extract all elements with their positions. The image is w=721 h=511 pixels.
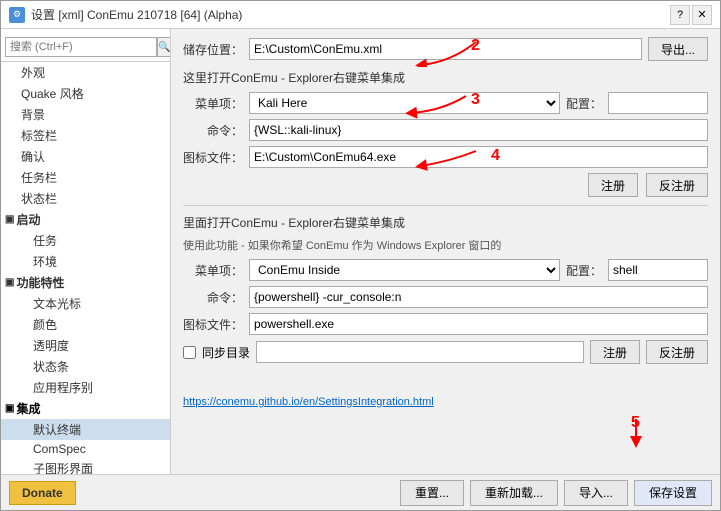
sidebar-group-features[interactable]: ▣ 功能特性 xyxy=(1,272,170,293)
command-row: 命令： xyxy=(183,119,708,141)
sidebar-item-appearance[interactable]: 外观 xyxy=(1,62,170,83)
icon-file-label: 图标文件： xyxy=(183,149,243,166)
config-input[interactable] xyxy=(608,92,708,114)
icon-file-input[interactable] xyxy=(249,146,708,168)
config2-label: 配置： xyxy=(566,262,602,279)
annotation-5: 5 xyxy=(631,414,640,432)
menu-item2-select[interactable]: ConEmu Inside xyxy=(249,259,560,281)
register2-button[interactable]: 注册 xyxy=(590,340,640,364)
sidebar-item-taskbar[interactable]: 任务栏 xyxy=(1,167,170,188)
title-buttons: ? ✕ xyxy=(670,5,712,25)
sidebar-item-transparency[interactable]: 透明度 xyxy=(1,335,170,356)
sidebar-item-tabbar[interactable]: 标签栏 xyxy=(1,125,170,146)
sidebar-item-subgui[interactable]: 子图形界面 xyxy=(1,458,170,474)
close-button[interactable]: ✕ xyxy=(692,5,712,25)
sidebar-item-textcursor[interactable]: 文本光标 xyxy=(1,293,170,314)
menu-item-label: 菜单项： xyxy=(183,95,243,112)
section1: 这里打开ConEmu - Explorer右键菜单集成 菜单项： Kali He… xyxy=(183,69,708,197)
save-button[interactable]: 保存设置 xyxy=(634,480,712,506)
sidebar-group-startup[interactable]: ▣ 启动 xyxy=(1,209,170,230)
unregister2-button[interactable]: 反注册 xyxy=(646,340,708,364)
main-window: ⚙ 设置 [xml] ConEmu 210718 [64] (Alpha) ? … xyxy=(0,0,721,511)
sidebar-item-comspec[interactable]: ComSpec xyxy=(1,440,170,458)
section2-title: 里面打开ConEmu - Explorer右键菜单集成 xyxy=(183,214,708,231)
storage-row: 储存位置： 导出... xyxy=(183,37,708,61)
search-input[interactable] xyxy=(5,37,157,57)
settings-link[interactable]: https://conemu.github.io/en/SettingsInte… xyxy=(183,396,434,408)
sidebar-item-confirm[interactable]: 确认 xyxy=(1,146,170,167)
section1-title: 这里打开ConEmu - Explorer右键菜单集成 xyxy=(183,69,708,86)
window-title: 设置 [xml] ConEmu 210718 [64] (Alpha) xyxy=(31,6,242,23)
search-box: 🔍 xyxy=(1,33,170,62)
footer-left: Donate xyxy=(9,481,76,505)
sidebar-item-statusstrip[interactable]: 状态条 xyxy=(1,356,170,377)
section2-desc: 使用此功能 - 如果你希望 ConEmu 作为 Windows Explorer… xyxy=(183,237,708,253)
sidebar-item-defaultterm[interactable]: 默认终端 xyxy=(1,419,170,440)
section2: 里面打开ConEmu - Explorer右键菜单集成 使用此功能 - 如果你希… xyxy=(183,214,708,364)
search-button[interactable]: 🔍 xyxy=(157,37,171,57)
icon-file-row: 图标文件： xyxy=(183,146,708,168)
arrow-5 xyxy=(611,414,661,449)
command-input[interactable] xyxy=(249,119,708,141)
icon-file2-input[interactable] xyxy=(249,313,708,335)
sidebar-item-environment[interactable]: 环境 xyxy=(1,251,170,272)
storage-label: 储存位置： xyxy=(183,41,243,58)
reload-button[interactable]: 重新加载... xyxy=(470,480,558,506)
right-panel-wrapper: 储存位置： 导出... 这里打开ConEmu - Explorer右键菜单集成 … xyxy=(171,29,720,474)
help-button[interactable]: ? xyxy=(670,5,690,25)
import-button[interactable]: 导入... xyxy=(564,480,628,506)
footer-buttons: 重置... 重新加载... 导入... 保存设置 xyxy=(400,480,712,506)
export-button[interactable]: 导出... xyxy=(648,37,708,61)
donate-button[interactable]: Donate xyxy=(9,481,76,505)
sync-dir-checkbox[interactable] xyxy=(183,346,196,359)
storage-input[interactable] xyxy=(249,38,642,60)
command-label: 命令： xyxy=(183,122,243,139)
icon-file2-row: 图标文件： xyxy=(183,313,708,335)
sidebar-item-tasks[interactable]: 任务 xyxy=(1,230,170,251)
command2-input[interactable] xyxy=(249,286,708,308)
register-buttons: 注册 反注册 xyxy=(183,173,708,197)
footer: Donate 重置... 重新加载... 导入... 保存设置 xyxy=(1,474,720,510)
section-divider xyxy=(183,205,708,206)
sync-dir-input[interactable] xyxy=(256,341,584,363)
unregister-button[interactable]: 反注册 xyxy=(646,173,708,197)
reset-button[interactable]: 重置... xyxy=(400,480,464,506)
sidebar-item-quake[interactable]: Quake 风格 xyxy=(1,83,170,104)
sidebar-group-integration[interactable]: ▣ 集成 xyxy=(1,398,170,419)
menu-item-row: 菜单项： Kali Here 配置： xyxy=(183,92,708,114)
command2-row: 命令： xyxy=(183,286,708,308)
title-bar-left: ⚙ 设置 [xml] ConEmu 210718 [64] (Alpha) xyxy=(9,6,242,23)
link-row: https://conemu.github.io/en/SettingsInte… xyxy=(183,394,708,408)
config2-input[interactable] xyxy=(608,259,708,281)
sidebar-item-appregion[interactable]: 应用程序别 xyxy=(1,377,170,398)
menu-item-select[interactable]: Kali Here xyxy=(249,92,560,114)
sync-dir-row: 同步目录 注册 反注册 xyxy=(183,340,708,364)
sidebar-item-colors[interactable]: 颜色 xyxy=(1,314,170,335)
icon-file2-label: 图标文件： xyxy=(183,316,243,333)
sidebar-item-statusbar[interactable]: 状态栏 xyxy=(1,188,170,209)
command2-label: 命令： xyxy=(183,289,243,306)
right-panel: 储存位置： 导出... 这里打开ConEmu - Explorer右键菜单集成 … xyxy=(171,29,720,416)
menu-item2-label: 菜单项： xyxy=(183,262,243,279)
main-content: 🔍 外观 Quake 风格 背景 标签栏 确认 任务栏 状态栏 ▣ 启动 任务 … xyxy=(1,29,720,474)
sidebar-item-background[interactable]: 背景 xyxy=(1,104,170,125)
title-bar: ⚙ 设置 [xml] ConEmu 210718 [64] (Alpha) ? … xyxy=(1,1,720,29)
menu-item2-row: 菜单项： ConEmu Inside 配置： xyxy=(183,259,708,281)
sidebar: 🔍 外观 Quake 风格 背景 标签栏 确认 任务栏 状态栏 ▣ 启动 任务 … xyxy=(1,29,171,474)
config-label: 配置： xyxy=(566,95,602,112)
sync-dir-label: 同步目录 xyxy=(202,344,250,361)
register-button[interactable]: 注册 xyxy=(588,173,638,197)
app-icon: ⚙ xyxy=(9,7,25,23)
